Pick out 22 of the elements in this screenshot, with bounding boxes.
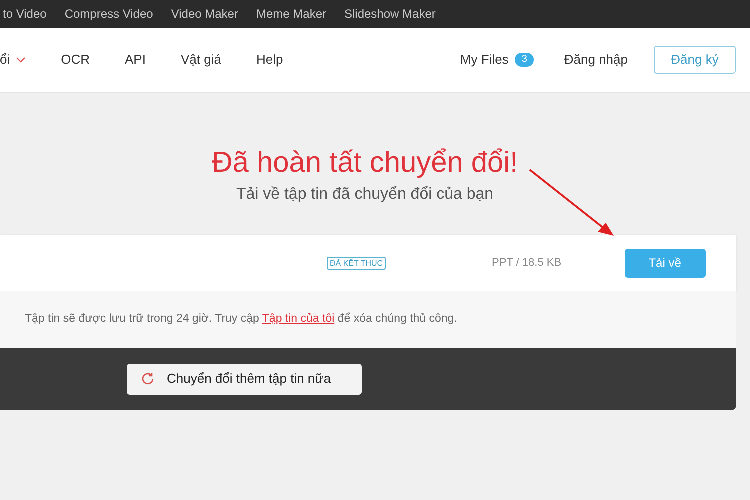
- nav-link[interactable]: OCR: [61, 50, 90, 70]
- top-link[interactable]: Video Maker: [171, 5, 238, 23]
- nav-link[interactable]: Help: [256, 50, 284, 70]
- nav-link[interactable]: Vật giá: [180, 50, 222, 70]
- login-link[interactable]: Đăng nhập: [564, 50, 628, 70]
- convert-more-button[interactable]: Chuyển đổi thêm tập tin nữa: [127, 364, 362, 394]
- file-info: PPT / 18.5 KB: [492, 256, 562, 271]
- nav-link[interactable]: API: [125, 50, 146, 70]
- my-files-link[interactable]: My Files: [460, 50, 509, 70]
- chevron-down-icon: [16, 57, 26, 63]
- status-tag: ĐÃ KẾT THÚC: [327, 256, 386, 270]
- count-badge: 3: [514, 53, 534, 67]
- page-heading: Đã hoàn tất chuyển đổi!: [212, 146, 518, 181]
- top-link[interactable]: to Video: [3, 5, 47, 23]
- retention-note: Tập tin sẽ được lưu trữ trong 24 giờ. Truy cập Tập tin của tôi để xóa chúng thủ công.: [25, 312, 458, 327]
- my-files-link[interactable]: Tập tin của tôi: [262, 312, 335, 325]
- top-link[interactable]: Slideshow Maker: [344, 5, 436, 23]
- refresh-icon: [141, 372, 155, 386]
- top-link[interactable]: Compress Video: [64, 5, 154, 23]
- page-subheading: Tải về tập tin đã chuyển đổi của bạn: [236, 185, 494, 205]
- nav-link[interactable]: ổi: [0, 50, 26, 70]
- top-link[interactable]: Meme Maker: [256, 5, 326, 23]
